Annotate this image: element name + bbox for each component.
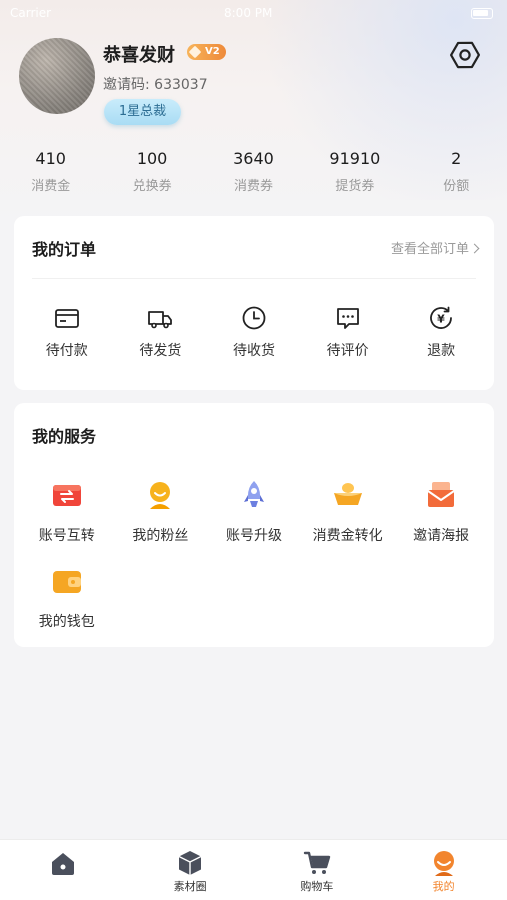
service-account-upgrade[interactable]: 账号升级	[207, 479, 301, 545]
svg-text:¥: ¥	[437, 313, 445, 326]
tab-label: 我的	[432, 880, 455, 893]
carrier-label: Carrier	[10, 6, 52, 20]
service-label: 我的粉丝	[132, 528, 189, 544]
battery-icon	[471, 8, 493, 19]
stat-consume-gold[interactable]: 410 消费金	[0, 148, 101, 198]
order-label: 退款	[427, 343, 456, 359]
order-pending-payment[interactable]: 待付款	[27, 304, 107, 360]
service-label: 邀请海报	[413, 528, 470, 544]
tab-profile[interactable]: 我的	[380, 840, 507, 900]
service-account-transfer[interactable]: 账号互转	[20, 479, 114, 545]
stat-label: 消费券	[233, 179, 273, 194]
gold-ingot-icon	[333, 483, 362, 505]
service-label: 消费金转化	[312, 528, 383, 544]
avatar[interactable]	[19, 38, 95, 114]
tab-materials[interactable]: 素材圈	[127, 840, 254, 900]
stats-row: 410 消费金 100 兑换券 3640 消费券 91910 提货券 2 份额	[0, 148, 507, 198]
settings-button[interactable]	[448, 38, 482, 72]
order-pending-receipt[interactable]: 待收货	[214, 304, 294, 360]
stat-value: 91910	[329, 149, 381, 168]
cube-icon	[178, 851, 202, 875]
invite-code[interactable]: 邀请码: 633037	[103, 74, 208, 94]
tab-cart[interactable]: 购物车	[254, 840, 381, 900]
clock-icon	[242, 306, 266, 330]
comment-icon	[336, 308, 359, 329]
stat-label: 提货券	[335, 179, 375, 194]
nickname: 恭喜发财	[103, 45, 175, 66]
stat-exchange-coupon[interactable]: 100 兑换券	[101, 148, 202, 198]
service-my-fans[interactable]: 我的粉丝	[114, 479, 208, 545]
tab-label: 素材圈	[173, 880, 207, 893]
stat-value: 410	[35, 149, 66, 168]
rocket-icon	[243, 481, 264, 507]
stat-label: 消费金	[31, 179, 71, 194]
stat-value: 2	[451, 149, 462, 168]
service-invite-poster[interactable]: 邀请海报	[394, 479, 488, 545]
transfer-icon	[52, 485, 81, 506]
truck-icon	[148, 311, 173, 329]
card-icon	[54, 309, 79, 328]
fans-icon	[150, 482, 171, 509]
view-all-label: 查看全部订单	[390, 242, 469, 257]
cart-icon	[303, 851, 331, 874]
home-icon	[52, 853, 75, 875]
orders-card: 我的订单 查看全部订单 待付款 待发货 待收货 待评价 ¥ 退款	[14, 216, 494, 390]
stat-shares[interactable]: 2 份额	[406, 148, 507, 198]
service-label: 账号升级	[225, 528, 282, 544]
bottom-tab-bar: 素材圈 购物车 我的	[0, 839, 507, 900]
tab-label	[0, 878, 127, 892]
services-card: 我的服务 账号互转 我的粉丝 账号升级 消费金转化 邀请海报 我的钱包	[14, 403, 494, 647]
refund-icon: ¥	[430, 306, 453, 329]
service-label: 账号互转	[38, 528, 95, 544]
envelope-icon	[427, 482, 455, 507]
order-label: 待付款	[45, 343, 88, 359]
status-bar: Carrier 8:00 PM	[0, 4, 507, 24]
profile-icon	[433, 851, 454, 876]
stat-value: 100	[136, 149, 168, 168]
view-all-orders-link[interactable]: 查看全部订单	[390, 238, 480, 257]
order-label: 待发货	[139, 343, 182, 359]
vip-badge: V2	[187, 44, 226, 60]
stat-value: 3640	[233, 149, 274, 168]
status-time: 8:00 PM	[224, 6, 273, 20]
order-pending-shipment[interactable]: 待发货	[120, 304, 200, 360]
order-pending-review[interactable]: 待评价	[308, 304, 388, 360]
wallet-icon	[52, 571, 81, 593]
tab-home[interactable]	[0, 840, 127, 900]
chevron-right-icon	[469, 243, 480, 254]
order-refund[interactable]: ¥ 退款	[401, 304, 481, 360]
order-label: 待收货	[232, 343, 275, 359]
vip-level: V2	[205, 46, 220, 57]
service-my-wallet[interactable]: 我的钱包	[20, 565, 114, 631]
tab-label: 购物车	[300, 880, 334, 893]
diamond-icon	[188, 45, 202, 59]
service-gold-conversion[interactable]: 消费金转化	[301, 479, 395, 545]
stat-label: 份额	[443, 179, 470, 194]
services-title: 我的服务	[32, 427, 97, 446]
order-label: 待评价	[326, 343, 369, 359]
service-label: 我的钱包	[38, 614, 95, 630]
settings-hexagon-icon	[450, 41, 480, 69]
divider	[32, 278, 476, 279]
stat-label: 兑换券	[132, 179, 172, 194]
rank-badge: 1星总裁	[104, 99, 181, 125]
orders-title: 我的订单	[32, 240, 97, 259]
stat-consume-coupon[interactable]: 3640 消费券	[203, 148, 304, 198]
stat-pickup-coupon[interactable]: 91910 提货券	[304, 148, 405, 198]
